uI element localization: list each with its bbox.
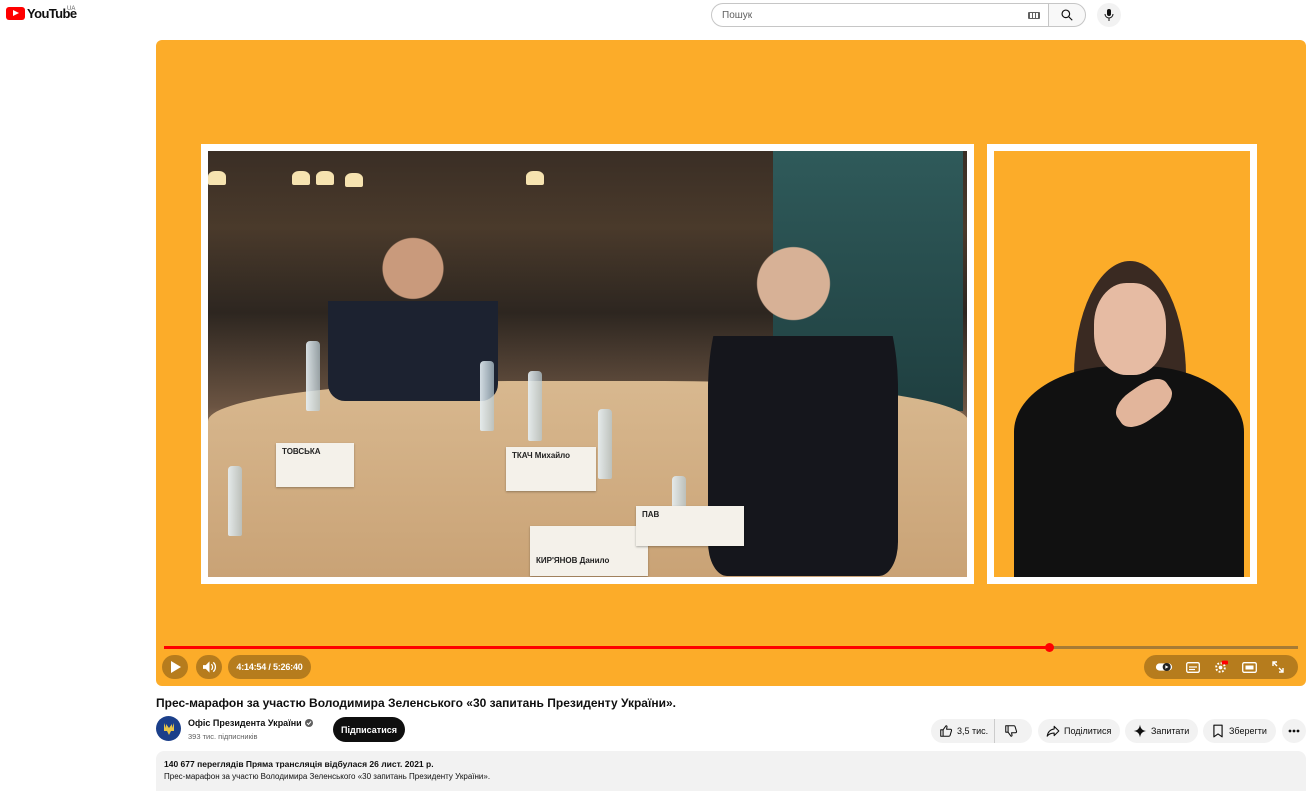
name-card: ПАВ [636,506,744,546]
verified-badge-icon [304,719,313,727]
voice-search-button[interactable] [1097,3,1121,27]
subtitles-icon [1185,661,1200,673]
search-button[interactable] [1048,3,1086,27]
keyboard-icon[interactable] [1028,12,1040,19]
settings-button[interactable] [1212,658,1230,676]
lamp [345,173,363,187]
name-card-label: ПАВ [642,510,660,519]
share-icon [1045,723,1061,739]
play-icon [170,661,181,673]
sparkle-icon [1132,723,1148,739]
sign-language-frame [987,144,1257,584]
lamp [208,171,226,185]
video-title: Прес-марафон за участю Володимира Зеленс… [156,696,676,710]
mic-icon [1104,9,1114,21]
description-box[interactable]: 140 677 переглядів Пряма трансляція відб… [156,751,1306,791]
masthead: YouTube UA [0,0,1312,30]
channel-name-text: Офіс Президента України [188,718,302,728]
time-display: 4:14:54 / 5:26:40 [228,655,311,679]
theater-mode-icon [1241,661,1257,673]
name-card-label: КИР'ЯНОВ Данило [536,556,610,565]
name-card: ТКАЧ Михайло [506,447,596,491]
speaker-figure [328,231,498,401]
like-dislike-group: 3,5 тис. [931,719,1032,743]
dislike-button[interactable] [995,719,1027,743]
like-count: 3,5 тис. [957,726,989,736]
water-bottle [480,361,494,431]
search-bar [711,3,1086,27]
name-card-label: ТКАЧ Михайло [512,451,571,460]
youtube-logo-icon [6,7,25,20]
settings-icon [1215,660,1229,673]
subscribe-button[interactable]: Підписатися [333,717,405,742]
search-box [711,3,1048,27]
name-card: ТОВСЬКА [276,443,354,487]
subtitles-button[interactable] [1184,658,1202,676]
youtube-logo[interactable]: YouTube [6,6,77,21]
interpreter-face [1094,283,1166,375]
thumbs-down-icon [1005,725,1018,737]
save-label: Зберегти [1229,726,1267,736]
share-button[interactable]: Поділитися [1038,719,1120,743]
fullscreen-icon [1272,661,1284,673]
lamp [526,171,544,185]
subscriber-count: 393 тис. підписників [188,732,258,741]
volume-icon [202,661,216,673]
progress-bar[interactable] [164,643,1298,652]
search-input[interactable] [722,9,1002,21]
channel-avatar[interactable] [156,716,181,741]
view-count-and-date: 140 677 переглядів Пряма трансляція відб… [164,759,434,769]
trident-emblem-icon [163,722,174,735]
sign-language-interpreter [1014,261,1244,577]
sign-language-scene [994,151,1250,577]
channel-name[interactable]: Офіс Президента України [188,718,313,728]
press-conference-scene: ТКАЧ Михайло КИР'ЯНОВ Данило ТОВСЬКА ПАВ [208,151,967,577]
water-bottle [528,371,542,441]
play-button[interactable] [162,655,188,679]
theater-mode-button[interactable] [1240,658,1258,676]
lamp [316,171,334,185]
water-bottle [598,409,612,479]
country-code: UA [67,6,76,12]
autoplay-toggle[interactable] [1155,658,1173,676]
ask-button[interactable]: Запитати [1125,719,1198,743]
more-actions-button[interactable] [1282,719,1306,743]
video-player[interactable]: ТКАЧ Михайло КИР'ЯНОВ Данило ТОВСЬКА ПАВ… [156,40,1306,686]
fullscreen-button[interactable] [1269,658,1287,676]
name-card: КИР'ЯНОВ Данило [530,526,648,576]
scrubber-handle[interactable] [1044,643,1054,652]
more-horiz-icon [1288,729,1300,733]
progress-played [164,646,1049,649]
share-label: Поділитися [1064,726,1112,736]
description-text: Прес-марафон за участю Володимира Зеленс… [164,772,491,781]
like-button[interactable]: 3,5 тис. [931,719,996,743]
water-bottle [228,466,242,536]
search-icon [1061,9,1073,21]
lamp [292,171,310,185]
thumbs-up-icon [938,723,954,739]
autoplay-toggle-icon [1156,662,1173,672]
right-controls [1144,655,1298,679]
save-button[interactable]: Зберегти [1203,719,1276,743]
water-bottle [306,341,320,411]
video-main-frame: ТКАЧ Михайло КИР'ЯНОВ Данило ТОВСЬКА ПАВ [201,144,974,584]
name-card-label: ТОВСЬКА [282,447,321,456]
volume-button[interactable] [196,655,222,679]
ask-label: Запитати [1151,726,1190,736]
player-controls: 4:14:54 / 5:26:40 [156,638,1306,686]
bookmark-icon [1210,723,1226,739]
